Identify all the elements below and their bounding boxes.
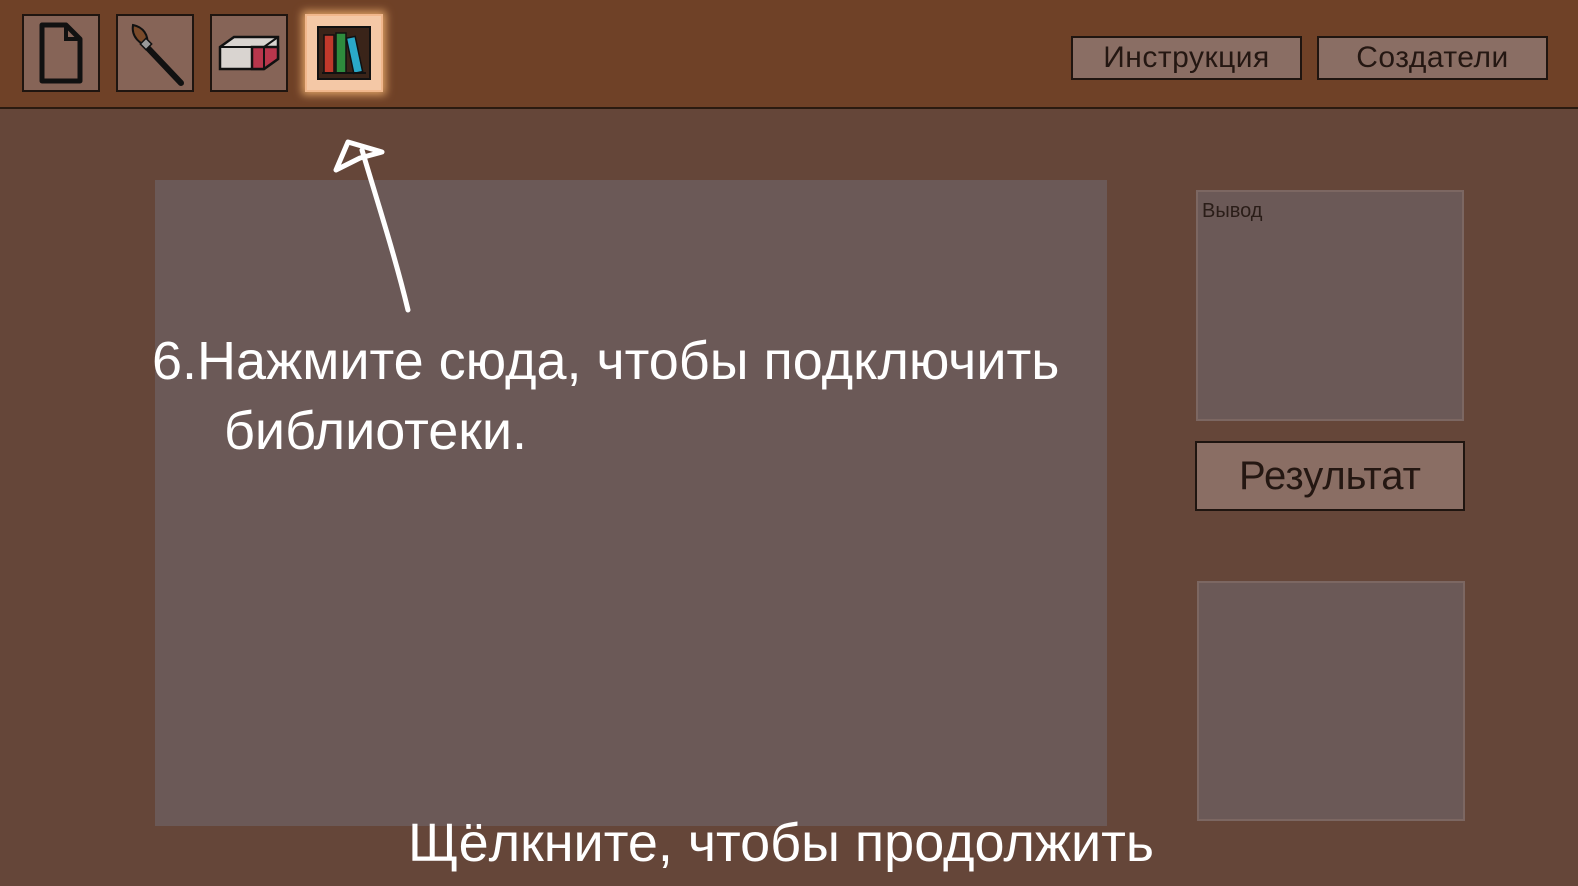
eraser-button[interactable] [210, 14, 288, 92]
code-editor[interactable] [155, 180, 1107, 826]
document-icon [36, 21, 86, 85]
tutorial-step-line2: библиотеки. [224, 401, 528, 461]
tutorial-arrow-icon [333, 139, 411, 313]
result-button-label: Результат [1239, 453, 1421, 498]
libraries-button[interactable] [305, 14, 383, 92]
creators-button-label: Создатели [1356, 41, 1509, 74]
brush-button[interactable] [116, 14, 194, 92]
app-window: Инструкция Создатели Вывод Результат 6.Н… [0, 0, 1578, 886]
tutorial-step-text: 6.Нажмите сюда, чтобы подключить библиот… [152, 326, 1059, 466]
output-label: Вывод [1202, 200, 1263, 222]
instruction-button[interactable]: Инструкция [1071, 36, 1302, 80]
books-icon [316, 25, 372, 81]
result-panel [1197, 581, 1465, 821]
brush-icon [123, 19, 187, 87]
eraser-icon [216, 33, 282, 73]
toolbar: Инструкция Создатели [0, 0, 1578, 109]
result-button[interactable]: Результат [1195, 441, 1465, 511]
output-panel: Вывод [1196, 190, 1464, 421]
creators-button[interactable]: Создатели [1317, 36, 1548, 80]
tutorial-step-line1: 6.Нажмите сюда, чтобы подключить [152, 331, 1060, 391]
instruction-button-label: Инструкция [1103, 41, 1270, 74]
new-file-button[interactable] [22, 14, 100, 92]
continue-prompt[interactable]: Щёлкните, чтобы продолжить [0, 808, 1562, 878]
